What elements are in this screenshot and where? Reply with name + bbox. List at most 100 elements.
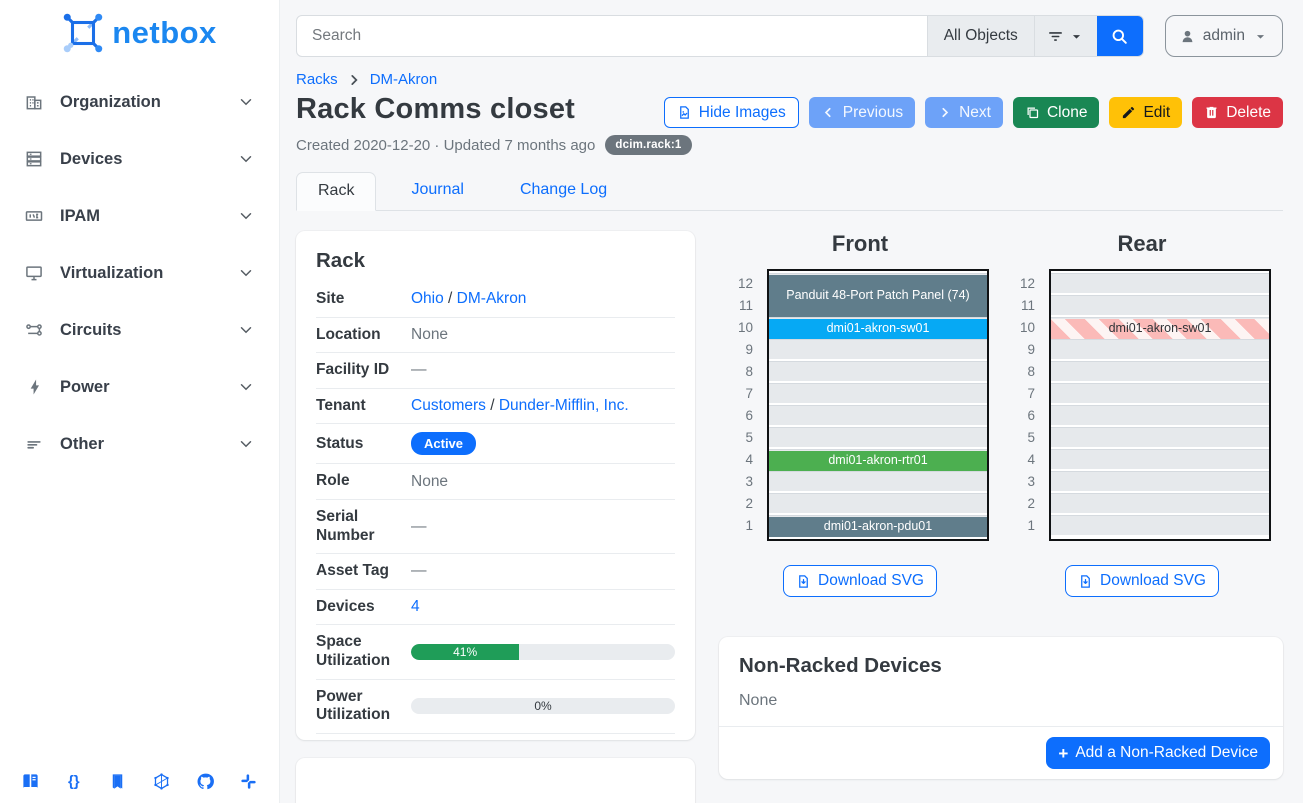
tab-change-log[interactable]: Change Log [499,172,628,210]
sidebar-item-label: Power [60,378,110,397]
rack-slot-empty[interactable] [769,427,987,447]
table-row: Space Utilization41% [316,625,675,679]
rack-slot-empty[interactable] [1051,427,1269,447]
breadcrumb-dm-akron-link[interactable]: DM-Akron [370,71,438,88]
rack-slot-empty[interactable] [769,471,987,491]
rack-info-card: Rack SiteOhio / DM-AkronLocationNoneFaci… [296,231,695,740]
rack-slot-empty[interactable] [769,361,987,381]
api-docs-icon[interactable] [108,771,128,791]
graphql-icon[interactable] [151,771,171,791]
rack-slot-empty[interactable] [769,339,987,359]
previous-label: Previous [843,104,903,122]
user-menu-button[interactable]: admin [1165,15,1283,57]
unit-number: 7 [731,383,753,405]
page-title: Rack Comms closet [296,93,575,126]
rack-device-panduit-48-port-patch-panel-74-[interactable]: Panduit 48-Port Patch Panel (74) [769,275,987,317]
attribute-value: Ohio / DM-Akron [411,282,675,317]
rack-slot-empty[interactable] [1051,405,1269,425]
caret-down-icon [1068,28,1085,45]
table-row: Serial Number— [316,499,675,553]
unit-number: 8 [731,361,753,383]
rest-api-braces-icon[interactable]: {} [64,771,84,791]
customers-link[interactable]: Customers [411,397,486,414]
rack-slot-empty[interactable] [769,493,987,513]
sidebar-item-organization[interactable]: Organization [12,82,267,122]
attribute-label: Devices [316,589,411,625]
breadcrumb-separator [347,73,361,87]
elevations-row: Front 121110987654321 Panduit 48-Port Pa… [719,231,1283,597]
devices-link[interactable]: 4 [411,598,420,615]
rack-slot-empty[interactable] [1051,493,1269,513]
rack-device-dmi01-akron-sw01[interactable]: dmi01-akron-sw01 [1051,319,1269,339]
dm-akron-link[interactable]: DM-Akron [457,290,527,307]
delete-button[interactable]: Delete [1192,97,1283,128]
rack-device-dmi01-akron-sw01[interactable]: dmi01-akron-sw01 [769,319,987,339]
docs-book-icon[interactable] [20,771,40,791]
unit-number: 2 [1013,493,1035,515]
rack-slot-empty[interactable] [1051,339,1269,359]
table-row: LocationNone [316,317,675,353]
search-input[interactable] [297,16,927,56]
search-submit-button[interactable] [1097,16,1143,56]
search-filter-button[interactable] [1034,16,1097,56]
add-non-racked-device-button[interactable]: + Add a Non-Racked Device [1046,737,1270,769]
topbar: All Objects admin [296,15,1283,57]
front-download-svg-button[interactable]: Download SVG [783,565,937,597]
tab-journal[interactable]: Journal [390,172,484,210]
sidebar-item-devices[interactable]: Devices [12,139,267,179]
attribute-label: Asset Tag [316,554,411,590]
front-title: Front [832,231,888,257]
sidebar-item-other[interactable]: Other [12,424,267,464]
clone-label: Clone [1047,104,1088,122]
rack-slot-empty[interactable] [769,383,987,403]
attribute-value: Customers / Dunder-Mifflin, Inc. [411,388,675,424]
sidebar-item-virtualization[interactable]: Virtualization [12,253,267,293]
rack-slot-empty[interactable] [1051,383,1269,403]
sidebar-item-ipam[interactable]: IPAM [12,196,267,236]
unit-number: 5 [731,427,753,449]
clone-button[interactable]: Clone [1013,97,1100,128]
unit-number: 10 [1013,317,1035,339]
ohio-link[interactable]: Ohio [411,290,444,307]
table-row: Devices4 [316,589,675,625]
github-icon[interactable] [195,771,215,791]
object-meta: Created 2020-12-20 · Updated 7 months ag… [296,135,1283,155]
dunder-mifflin-inc--link[interactable]: Dunder-Mifflin, Inc. [499,397,629,414]
progress-fill: 41% [411,644,519,660]
rack-slot-empty[interactable] [1051,273,1269,293]
rack-slot-empty[interactable] [769,405,987,425]
breadcrumb-racks-link[interactable]: Racks [296,71,338,88]
netbox-logo[interactable]: netbox [0,0,279,64]
previous-button[interactable]: Previous [809,97,915,128]
sidebar-item-circuits[interactable]: Circuits [12,310,267,350]
hide-images-button[interactable]: Hide Images [664,97,799,128]
attribute-label: Power Utilization [316,679,411,733]
rack-slot-empty[interactable] [1051,361,1269,381]
caret-down-icon [1252,28,1269,45]
unit-number: 8 [1013,361,1035,383]
next-button[interactable]: Next [925,97,1003,128]
front-unit-numbers: 121110987654321 [731,269,753,541]
file-download-icon [796,574,811,589]
unit-number: 1 [1013,515,1035,537]
user-name: admin [1203,27,1245,45]
rack-slot-empty[interactable] [1051,295,1269,315]
rack-slot-empty[interactable] [1051,515,1269,535]
user-icon [1179,28,1196,45]
rack-slot-empty[interactable] [1051,471,1269,491]
unit-number: 3 [731,471,753,493]
rack-slot-empty[interactable] [1051,449,1269,469]
sidebar-item-power[interactable]: Power [12,367,267,407]
rear-download-svg-button[interactable]: Download SVG [1065,565,1219,597]
edit-button[interactable]: Edit [1109,97,1182,128]
tab-rack[interactable]: Rack [296,172,376,211]
rear-rack-box: dmi01-akron-sw01 [1049,269,1271,541]
non-racked-footer: + Add a Non-Racked Device [719,726,1283,779]
attribute-value: 0% [411,679,675,733]
slack-icon[interactable] [239,771,259,791]
ipam-icon [24,206,44,226]
status-badge: Active [411,432,476,455]
rack-device-dmi01-akron-rtr01[interactable]: dmi01-akron-rtr01 [769,451,987,471]
search-scope-dropdown[interactable]: All Objects [927,16,1034,56]
rack-device-dmi01-akron-pdu01[interactable]: dmi01-akron-pdu01 [769,517,987,537]
